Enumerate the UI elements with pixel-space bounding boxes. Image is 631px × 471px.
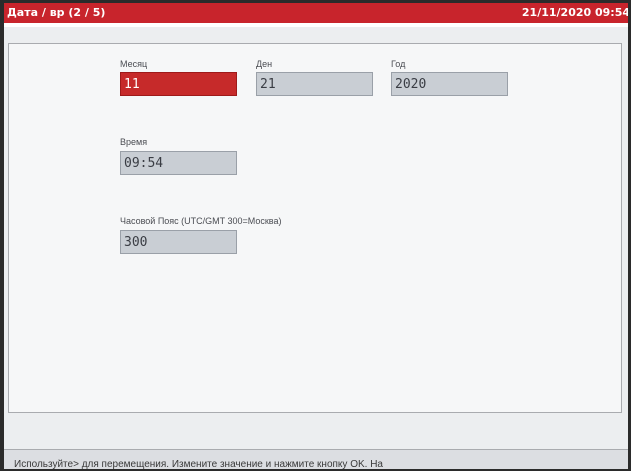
year-label: Год xyxy=(391,59,406,69)
page-title: Дата / вр (2 / 5) xyxy=(7,6,106,19)
month-label: Месяц xyxy=(120,59,148,69)
title-bar: Дата / вр (2 / 5) 21/11/2020 09:54 xyxy=(4,3,628,27)
day-label: Ден xyxy=(256,59,273,69)
clock-display: 21/11/2020 09:54 xyxy=(521,6,628,19)
title-bar-divider xyxy=(4,23,628,27)
year-field[interactable]: 2020 xyxy=(391,72,508,96)
month-field[interactable]: 11 xyxy=(120,72,237,96)
timezone-field[interactable]: 300 xyxy=(120,230,237,254)
day-field[interactable]: 21 xyxy=(256,72,373,96)
time-label: Время xyxy=(120,137,148,147)
device-screen: Дата / вр (2 / 5) 21/11/2020 09:54 Месяц… xyxy=(4,3,628,469)
timezone-label: Часовой Пояс (UTC/GMT 300=Москва) xyxy=(120,216,282,226)
settings-panel: Месяц 11 Ден 21 Год 2020 Время 09:54 Час… xyxy=(8,43,622,413)
status-hint-text: Используйте> для перемещения. Измените з… xyxy=(14,459,383,469)
status-bar: Используйте> для перемещения. Измените з… xyxy=(4,449,628,469)
time-field[interactable]: 09:54 xyxy=(120,151,237,175)
